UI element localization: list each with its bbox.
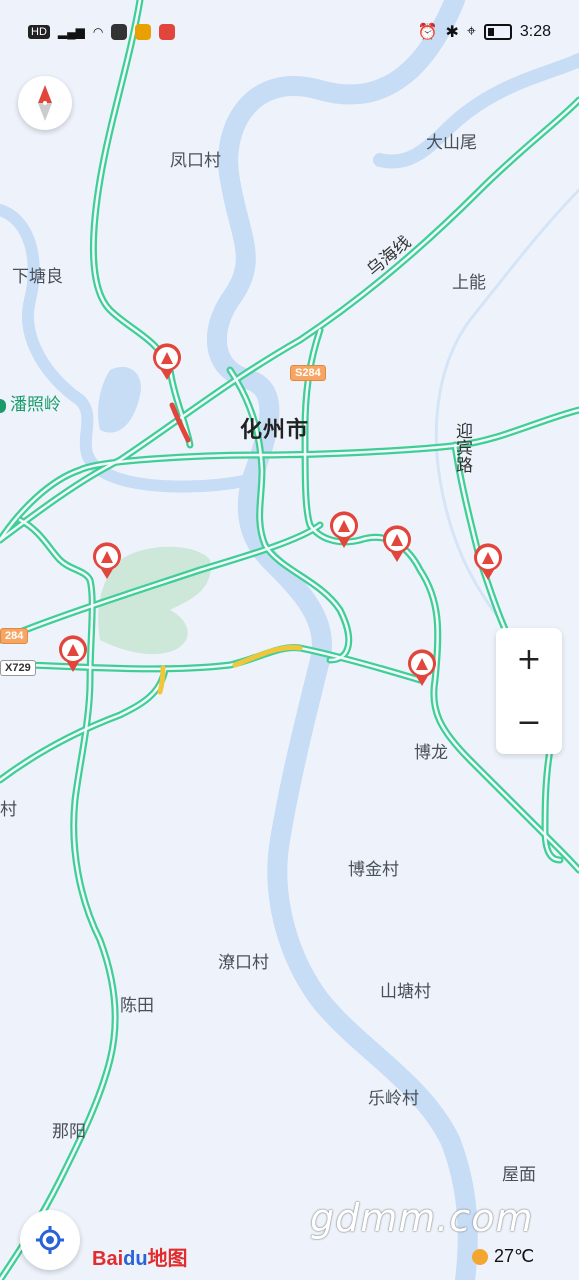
brand-text: 地图 bbox=[147, 1248, 188, 1270]
weibo-icon bbox=[135, 24, 152, 40]
construction-marker-icon[interactable] bbox=[381, 524, 413, 564]
status-time: 3:28 bbox=[519, 23, 551, 40]
place-label[interactable]: 上能 bbox=[452, 268, 486, 293]
place-label[interactable]: 乐岭村 bbox=[368, 1084, 419, 1109]
zoom-control: + − bbox=[496, 628, 562, 754]
baidu-map-logo: Baidu地图 bbox=[92, 1242, 188, 1271]
wifi-icon: ◠ bbox=[92, 25, 104, 39]
place-label[interactable]: 那阳 bbox=[52, 1117, 86, 1142]
construction-marker-icon[interactable] bbox=[472, 542, 504, 582]
place-label[interactable]: 屋面 bbox=[502, 1160, 536, 1185]
construction-marker-icon[interactable] bbox=[57, 634, 89, 674]
sun-icon bbox=[472, 1248, 488, 1265]
place-label[interactable]: 潦口村 bbox=[218, 948, 269, 973]
place-label[interactable]: 陈田 bbox=[120, 991, 154, 1016]
construction-marker-icon[interactable] bbox=[91, 541, 123, 581]
road-name: 迎宾路 bbox=[453, 422, 472, 473]
city-label[interactable]: 化州市 bbox=[240, 412, 309, 444]
brand-text: Bai bbox=[92, 1248, 124, 1270]
locate-me-button[interactable] bbox=[20, 1210, 80, 1270]
road-shield: 284 bbox=[0, 628, 29, 644]
poi-label[interactable]: 潘照岭 bbox=[0, 390, 61, 415]
app-notification-icon bbox=[111, 24, 128, 40]
temperature: 27℃ bbox=[494, 1246, 535, 1266]
place-label[interactable]: 村 bbox=[0, 795, 17, 820]
battery-icon bbox=[483, 24, 512, 40]
place-label[interactable]: 凤口村 bbox=[170, 146, 221, 171]
weather-widget[interactable]: 27℃ bbox=[472, 1246, 534, 1267]
location-icon: ⌖ bbox=[466, 23, 476, 40]
place-label[interactable]: 博龙 bbox=[414, 738, 448, 763]
watermark: gdmm.com bbox=[310, 1196, 534, 1240]
app-notification-icon bbox=[159, 24, 176, 40]
construction-marker-icon[interactable] bbox=[406, 648, 438, 688]
place-label[interactable]: 博金村 bbox=[348, 855, 399, 880]
alarm-icon: ⏰ bbox=[417, 24, 438, 41]
poi-marker-icon bbox=[0, 398, 6, 413]
hd-icon: HD bbox=[28, 25, 50, 39]
poi-name: 潘照岭 bbox=[10, 395, 61, 414]
place-label[interactable]: 大山尾 bbox=[426, 128, 477, 153]
place-label[interactable]: 下塘良 bbox=[12, 262, 63, 287]
status-indicators: HD ▂▄▆ ◠ bbox=[28, 24, 176, 40]
status-bar: HD ▂▄▆ ◠ ⏰ ✱ ⌖ 3:28 bbox=[0, 0, 579, 64]
zoom-out-button[interactable]: − bbox=[496, 691, 562, 754]
bluetooth-icon: ✱ bbox=[445, 24, 459, 41]
zoom-in-button[interactable]: + bbox=[496, 628, 562, 691]
brand-text: du bbox=[123, 1248, 148, 1270]
signal-icon: ▂▄▆ bbox=[57, 25, 85, 39]
road-shield: X729 bbox=[0, 660, 36, 676]
road-shield: S284 bbox=[290, 365, 326, 381]
status-right: ⏰ ✱ ⌖ 3:28 bbox=[418, 22, 551, 42]
compass-button[interactable] bbox=[18, 76, 72, 130]
construction-marker-icon[interactable] bbox=[328, 510, 360, 550]
construction-marker-icon[interactable] bbox=[151, 342, 183, 382]
place-label[interactable]: 山塘村 bbox=[380, 977, 431, 1002]
compass-icon bbox=[38, 85, 52, 121]
crosshair-icon bbox=[36, 1226, 64, 1254]
